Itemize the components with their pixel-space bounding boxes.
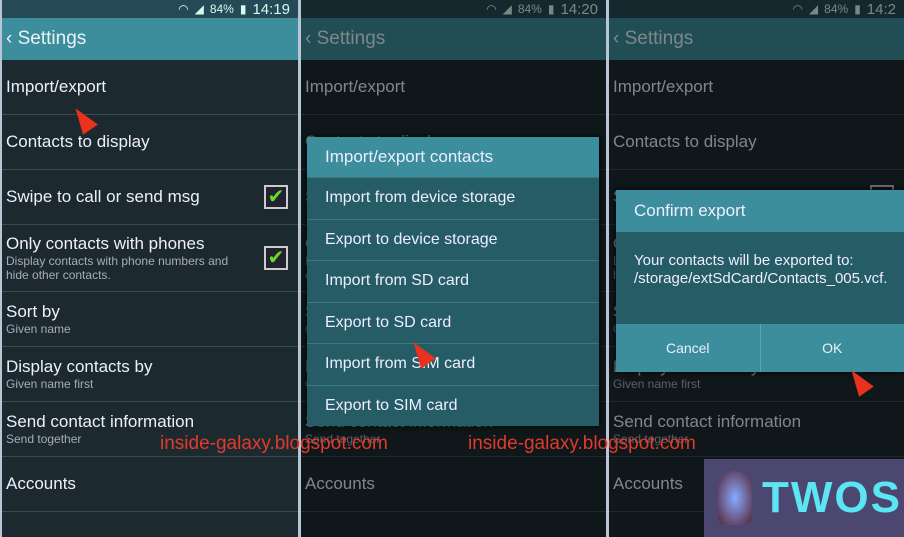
page-title: Settings	[17, 28, 87, 49]
battery-icon: ▮	[239, 2, 247, 16]
row-contacts-to-display[interactable]: Contacts to display	[2, 115, 298, 170]
row-label: Swipe to call or send msg	[6, 187, 200, 206]
row-label: Display contacts by	[6, 357, 153, 376]
checkbox-checked[interactable]: ✔	[264, 246, 288, 270]
dialog-message: Your contacts will be exported to: /stor…	[634, 252, 888, 287]
row-label: Sort by	[6, 302, 60, 321]
menu-import-sd[interactable]: Import from SD card	[307, 260, 599, 302]
logo-text: TWOS	[762, 473, 902, 522]
menu-export-device[interactable]: Export to device storage	[307, 218, 599, 261]
menu-export-sim[interactable]: Export to SIM card	[307, 384, 599, 427]
import-export-dialog: Import/export contacts Import from devic…	[307, 137, 599, 426]
row-label: Contacts to display	[6, 132, 150, 151]
row-label: Only contacts with phones	[6, 234, 205, 253]
confirm-export-dialog: Confirm export Your contacts will be exp…	[616, 190, 904, 372]
row-label: Accounts	[6, 474, 76, 493]
dialog-title: Confirm export	[616, 190, 904, 232]
row-label: Send contact information	[6, 412, 195, 431]
row-accounts[interactable]: Accounts	[2, 457, 298, 512]
twos-logo: TWOS	[704, 459, 904, 537]
signal-icon: ◢	[194, 2, 204, 16]
menu-import-sim[interactable]: Import from SIM card	[307, 343, 599, 385]
row-label: Import/export	[6, 77, 107, 96]
row-import-export[interactable]: Import/export	[2, 60, 298, 115]
menu-import-device[interactable]: Import from device storage	[307, 177, 599, 219]
clock: 14:19	[252, 0, 290, 18]
row-swipe-to-call[interactable]: Swipe to call or send msg ✔	[2, 170, 298, 225]
row-display-by[interactable]: Display contacts byGiven name first	[2, 347, 298, 402]
row-sub: Given name	[6, 322, 71, 336]
back-button[interactable]: ‹ Settings	[2, 18, 298, 60]
menu-export-sd[interactable]: Export to SD card	[307, 301, 599, 344]
status-bar: ◠ ◢ 84% ▮ 14:19	[2, 0, 298, 18]
checkbox-checked[interactable]: ✔	[264, 185, 288, 209]
row-sub: Given name first	[6, 377, 94, 391]
ok-button[interactable]: OK	[761, 324, 904, 372]
battery-percent: 84%	[209, 2, 234, 16]
watermark: inside-galaxy.blogspot.com	[160, 433, 388, 454]
row-sort-by[interactable]: Sort byGiven name	[2, 292, 298, 347]
wifi-icon: ◠	[178, 2, 189, 16]
row-only-with-phones[interactable]: Only contacts with phonesDisplay contact…	[2, 225, 298, 292]
row-sub: Display contacts with phone numbers and …	[6, 254, 229, 282]
lightbulb-icon	[718, 471, 752, 525]
watermark: inside-galaxy.blogspot.com	[468, 433, 696, 454]
settings-panel-1: ◠ ◢ 84% ▮ 14:19 ‹ Settings Import/export…	[2, 0, 298, 537]
dialog-title: Import/export contacts	[307, 137, 599, 177]
cancel-button[interactable]: Cancel	[616, 324, 761, 372]
back-chevron-icon: ‹	[6, 28, 18, 49]
